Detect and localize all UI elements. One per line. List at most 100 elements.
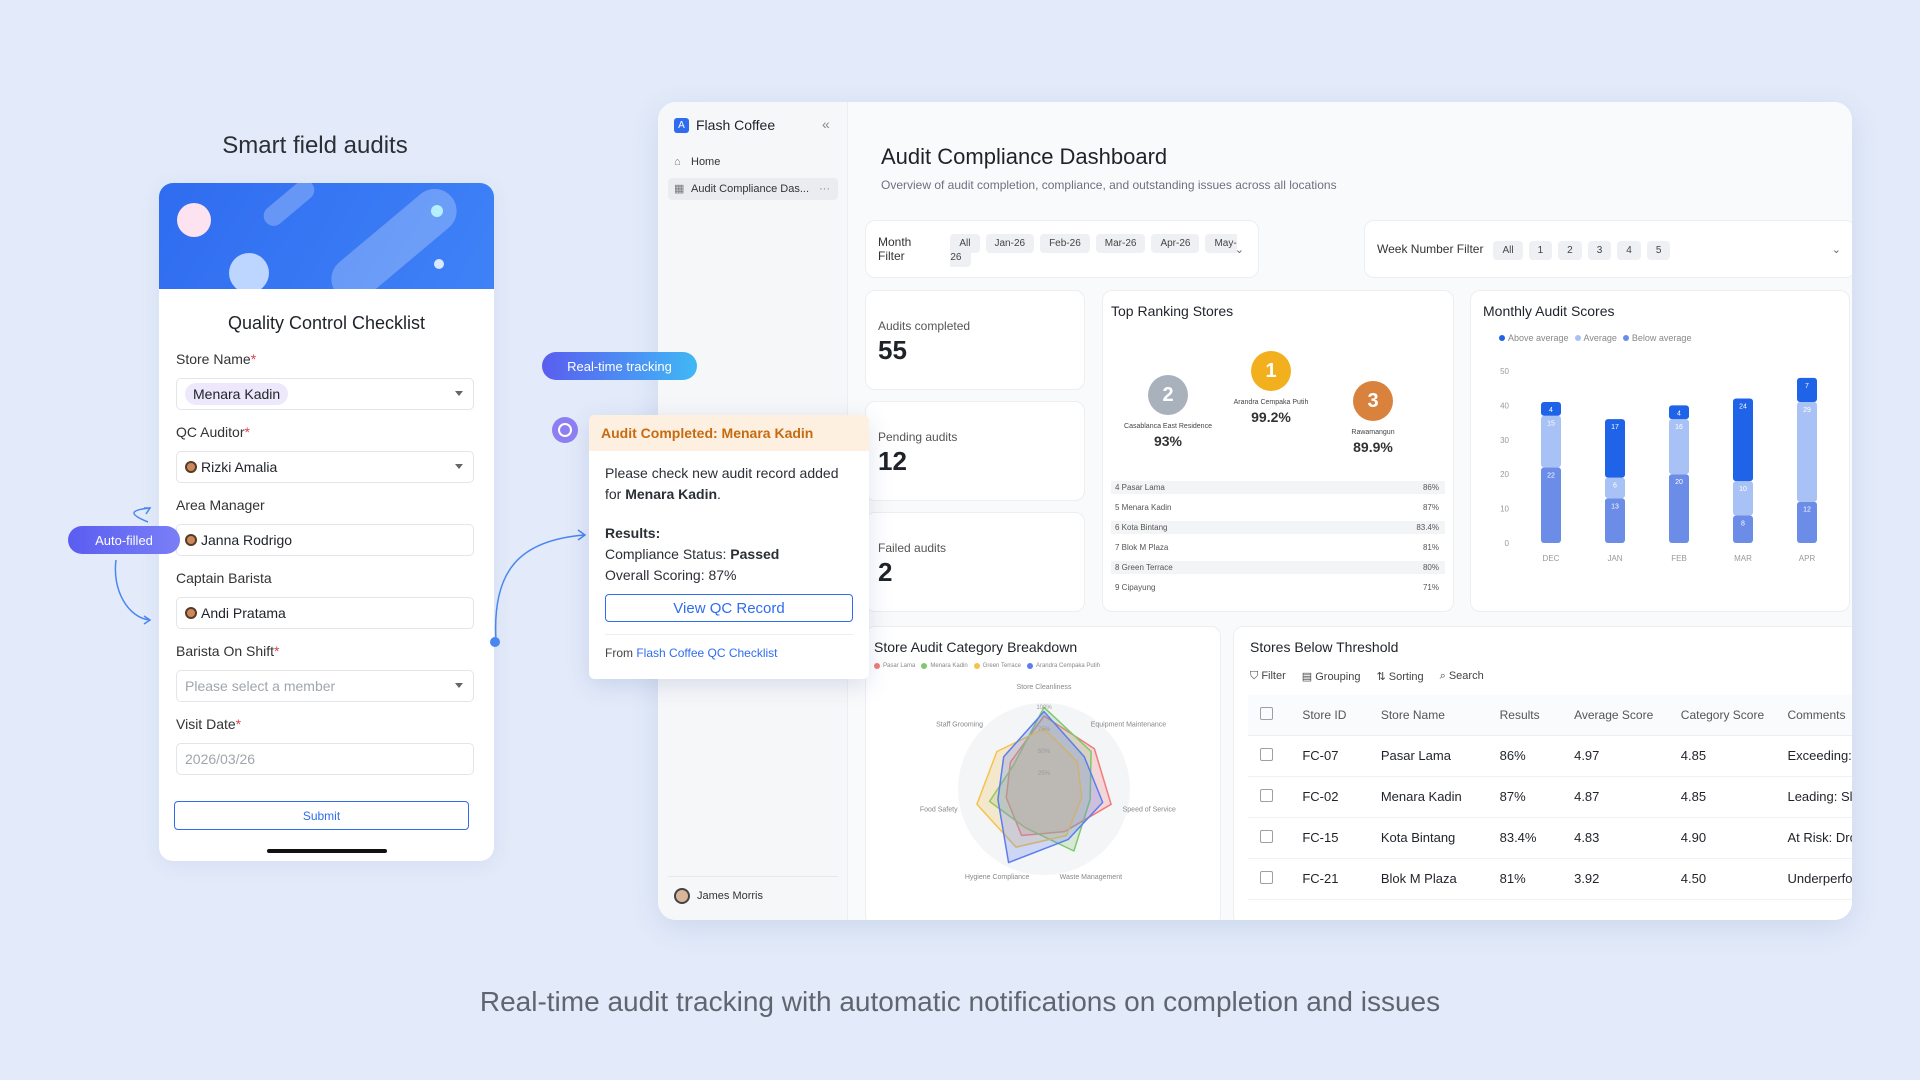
sidebar-item-home[interactable]: ⌂ Home bbox=[668, 151, 838, 173]
radar-axis-label: Store Cleanliness bbox=[1017, 684, 1072, 691]
rank-3-medal: 3 Rawamangun 89.9% bbox=[1333, 381, 1413, 455]
avatar bbox=[674, 888, 690, 904]
week-filter-option[interactable]: 5 bbox=[1646, 241, 1671, 260]
table-cell: 86% bbox=[1499, 735, 1575, 777]
week-filter-option[interactable]: All bbox=[1493, 241, 1523, 260]
radar-axis-label: Hygiene Compliance bbox=[965, 874, 1030, 881]
chevron-down-icon[interactable]: ⌄ bbox=[1832, 243, 1841, 256]
y-tick-label: 10 bbox=[1500, 505, 1509, 514]
ranking-row: 5 Menara Kadin 87% bbox=[1115, 503, 1439, 512]
user-profile[interactable]: James Morris bbox=[674, 888, 763, 904]
week-filter-option[interactable]: 2 bbox=[1558, 241, 1582, 260]
audit-notification-card: Audit Completed: Menara Kadin Please che… bbox=[589, 415, 869, 679]
radar-axis-label: Speed of Service bbox=[1123, 806, 1176, 813]
legend-swatch bbox=[1574, 335, 1581, 341]
x-tick-label: FEB bbox=[1671, 554, 1687, 563]
top-ranking-stores: Top Ranking Stores 2 Casablanca East Resi… bbox=[1102, 290, 1454, 612]
column-header[interactable]: Store Name bbox=[1380, 695, 1500, 736]
radar-legend-label: Menara Kadin bbox=[930, 663, 968, 669]
month-filter-option[interactable]: Feb-26 bbox=[1040, 234, 1090, 253]
column-header[interactable]: Store ID bbox=[1302, 695, 1381, 736]
home-icon: ⌂ bbox=[674, 155, 681, 168]
week-filter-option[interactable]: 4 bbox=[1617, 241, 1641, 260]
y-tick-label: 50 bbox=[1500, 367, 1509, 376]
notification-header: Audit Completed: Menara Kadin bbox=[589, 415, 869, 451]
table-cell: FC-21 bbox=[1302, 858, 1381, 900]
week-filter-option[interactable]: 1 bbox=[1528, 241, 1553, 260]
y-tick-label: 0 bbox=[1505, 539, 1510, 548]
table-row[interactable]: FC-15 Kota Bintang 83.4% 4.83 4.90 At Risk: D… bbox=[1248, 817, 1852, 859]
collapse-sidebar-icon[interactable]: « bbox=[822, 116, 830, 132]
bar-value-label: 4 bbox=[1677, 410, 1681, 417]
table-cell: Leading: Sl bbox=[1787, 776, 1852, 818]
sidebar-item-audit-dashboard[interactable]: ▦ Audit Compliance Das... ··· bbox=[668, 178, 838, 200]
source-link[interactable]: Flash Coffee QC Checklist bbox=[636, 646, 777, 660]
sorting-button[interactable]: ⇅ Sorting bbox=[1376, 670, 1423, 683]
row-checkbox[interactable] bbox=[1260, 747, 1273, 761]
chart-title: Monthly Audit Scores bbox=[1483, 303, 1615, 319]
row-checkbox[interactable] bbox=[1260, 870, 1273, 884]
grouping-button[interactable]: ▤ Grouping bbox=[1302, 670, 1361, 683]
radar-legend-label: Green Terrace bbox=[982, 663, 1021, 669]
monthly-audit-scores-chart: 0 10 20 30 40 50 22 15 4 DEC 13 6 17 JAN 20 16 4 FEB 8 10 24… bbox=[1500, 367, 1817, 563]
more-icon[interactable]: ··· bbox=[819, 183, 830, 195]
table-row[interactable]: FC-21 Blok M Plaza 81% 3.92 4.50 Underperfo bbox=[1248, 858, 1852, 900]
bar-value-label: 6 bbox=[1613, 483, 1617, 490]
grid-icon: ▦ bbox=[674, 182, 685, 195]
table-row[interactable]: FC-07 Pasar Lama 86% 4.97 4.85 Exceeding: bbox=[1248, 735, 1852, 777]
month-filter-option[interactable]: Apr-26 bbox=[1151, 234, 1200, 253]
table-cell: Exceeding: bbox=[1787, 735, 1852, 777]
table-cell: FC-07 bbox=[1302, 735, 1381, 777]
app-logo-icon: A bbox=[674, 117, 689, 133]
column-header[interactable]: Category Score bbox=[1680, 695, 1788, 736]
brand[interactable]: A Flash Coffee bbox=[674, 117, 775, 133]
table-cell: 4.85 bbox=[1680, 776, 1788, 818]
main-content: Audit Compliance Dashboard Overview of a… bbox=[848, 102, 1852, 920]
table-cell: 83.4% bbox=[1499, 817, 1575, 859]
stores-below-threshold-card: Stores Below Threshold ⛉ Filter ▤ Groupi… bbox=[1233, 626, 1852, 920]
table-cell: 4.87 bbox=[1574, 776, 1681, 818]
x-tick-label: MAR bbox=[1734, 554, 1752, 563]
legend-label: Below average bbox=[1631, 333, 1692, 343]
table-row[interactable]: FC-02 Menara Kadin 87% 4.87 4.85 Leading: Sl bbox=[1248, 776, 1852, 818]
page-caption: Real-time audit tracking with automatic … bbox=[479, 986, 1441, 1017]
bar-value-label: 12 bbox=[1803, 507, 1811, 514]
radar-ring-label: 100% bbox=[1036, 705, 1052, 711]
realtime-tracking-pill: Real-time tracking bbox=[542, 352, 697, 380]
row-checkbox[interactable] bbox=[1260, 829, 1273, 843]
table-cell: Menara Kadin bbox=[1380, 776, 1500, 818]
view-qc-record-button[interactable]: View QC Record bbox=[605, 594, 853, 622]
column-header[interactable]: Average Score bbox=[1574, 695, 1681, 736]
search-button[interactable]: ⌕ Search bbox=[1440, 670, 1484, 683]
target-icon bbox=[552, 417, 578, 443]
compliance-status: Compliance Status: Passed bbox=[605, 546, 780, 562]
filter-button[interactable]: ⛉ Filter bbox=[1250, 670, 1286, 683]
page-title: Audit Compliance Dashboard bbox=[881, 144, 1168, 169]
legend-label: Average bbox=[1583, 333, 1617, 343]
select-all-checkbox[interactable] bbox=[1260, 706, 1273, 720]
column-header[interactable]: Results bbox=[1499, 695, 1575, 736]
bar-segment bbox=[1797, 377, 1817, 402]
bar-value-label: 10 bbox=[1739, 486, 1747, 493]
bar-value-label: 22 bbox=[1547, 472, 1555, 479]
month-filter-option[interactable]: Jan-26 bbox=[985, 234, 1035, 253]
column-header[interactable]: Comments bbox=[1787, 695, 1852, 736]
notification-source: From Flash Coffee QC Checklist bbox=[605, 634, 853, 664]
chevron-down-icon[interactable]: ⌄ bbox=[1235, 243, 1244, 256]
bar-value-label: 20 bbox=[1675, 479, 1683, 486]
bar-value-label: 8 bbox=[1741, 520, 1745, 527]
week-filter-option[interactable]: 3 bbox=[1587, 241, 1612, 260]
week-filter: Week Number Filter All 1 2 3 4 5 ⌄ bbox=[1364, 220, 1852, 278]
rank-1-medal: 1 Arandra Cempaka Putih 99.2% bbox=[1221, 351, 1321, 425]
x-tick-label: DEC bbox=[1543, 554, 1560, 563]
month-filter-option[interactable]: Mar-26 bbox=[1095, 234, 1146, 253]
table-cell: Kota Bintang bbox=[1380, 817, 1500, 859]
bar-value-label: 29 bbox=[1803, 407, 1811, 414]
radar-ring-label: 25% bbox=[1038, 771, 1051, 777]
row-checkbox[interactable] bbox=[1260, 788, 1273, 802]
x-tick-label: JAN bbox=[1607, 554, 1622, 563]
radar-axis-label: Waste Management bbox=[1060, 874, 1122, 881]
radar-axis-label: Equipment Maintenance bbox=[1091, 722, 1167, 729]
kpi-audits-completed: Audits completed 55 bbox=[865, 290, 1085, 390]
radar-axis-label: Staff Grooming bbox=[936, 722, 983, 729]
